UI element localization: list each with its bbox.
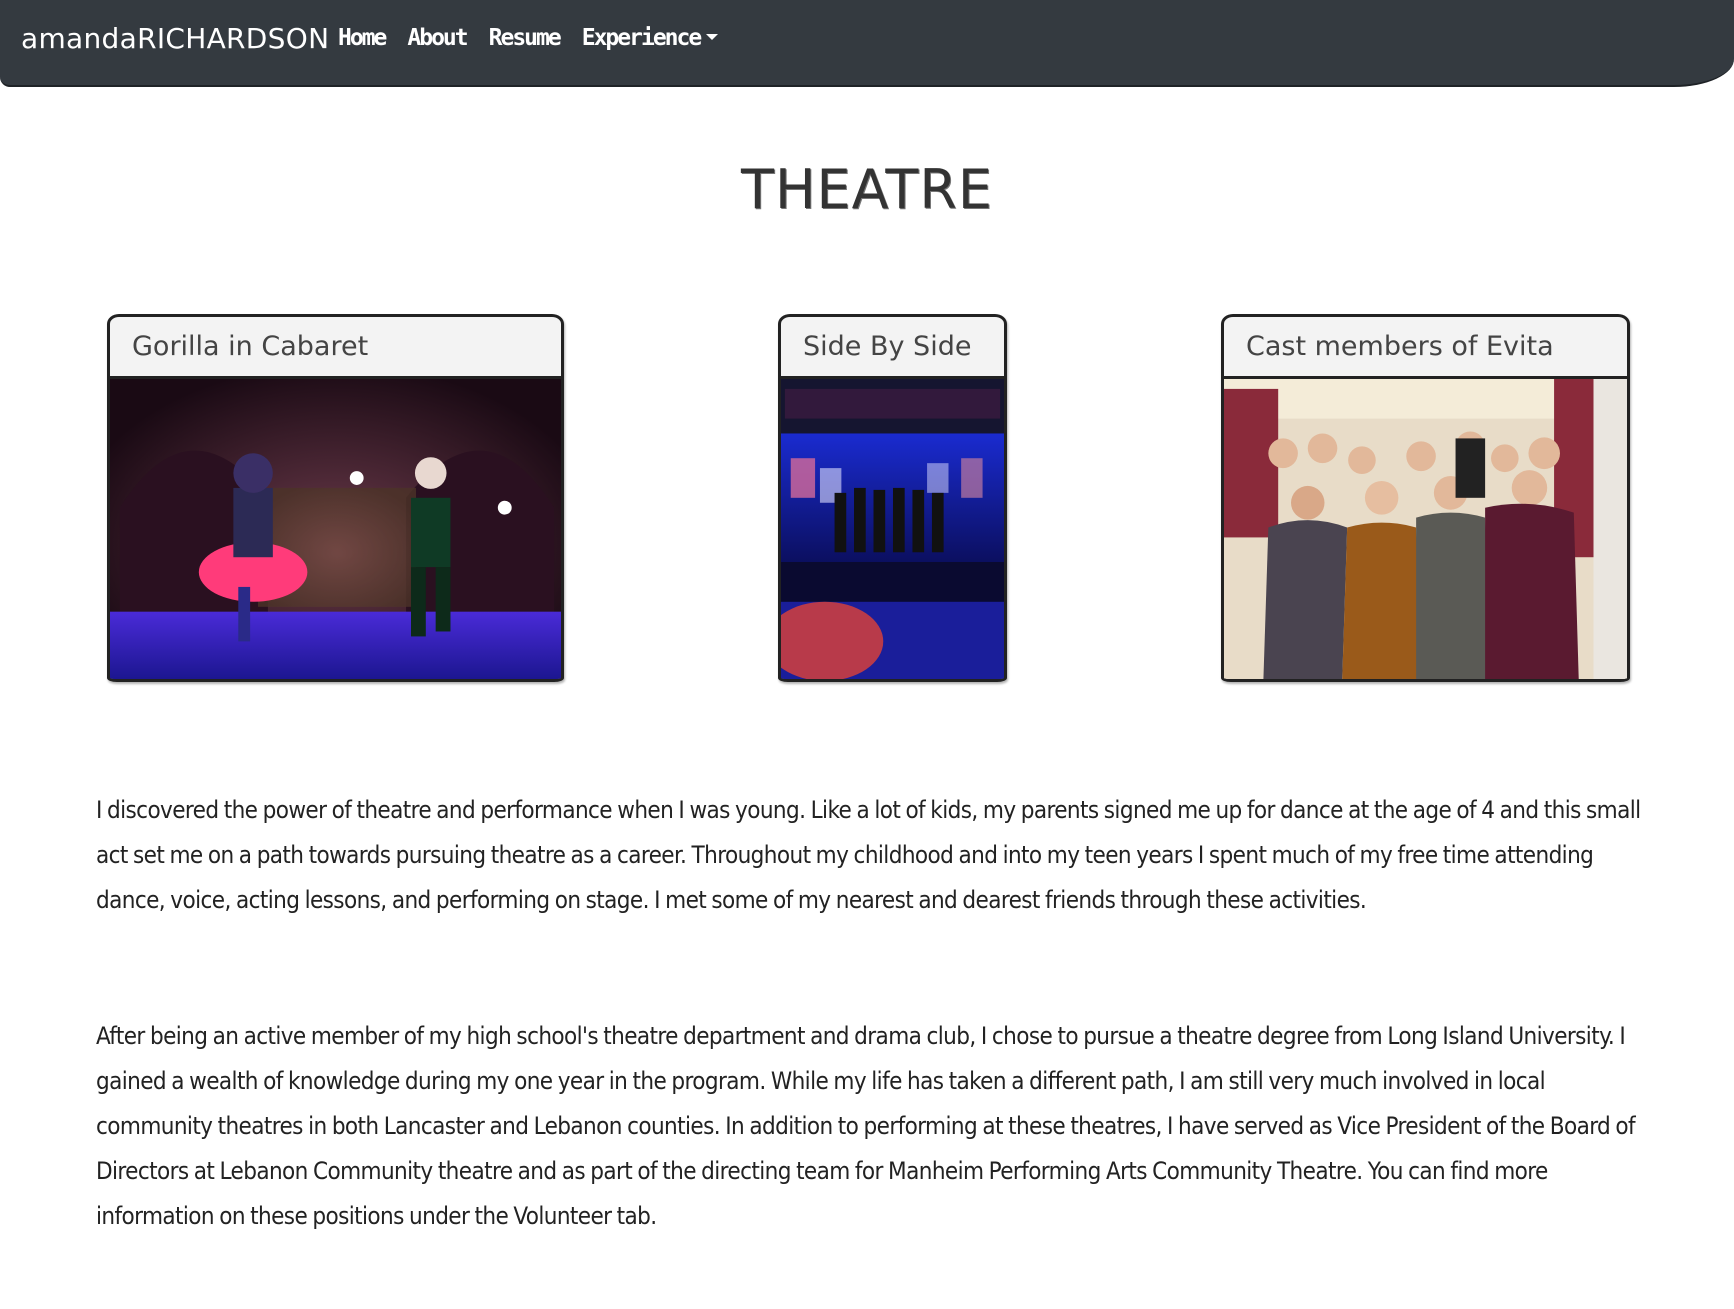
experience-paragraph: After being an active member of my high … xyxy=(96,1022,1636,1230)
card-title: Gorilla in Cabaret xyxy=(110,317,561,379)
photo-evita-cast xyxy=(1224,379,1627,679)
nav-home-link[interactable]: Home xyxy=(338,25,387,51)
stage-photo-image xyxy=(110,379,561,679)
page-title: THEATRE xyxy=(740,158,994,221)
top-navbar: amandaRICHARDSON Home About Resume Exper… xyxy=(0,0,1734,87)
photo-card-evita-cast: Cast members of Evita xyxy=(1221,314,1630,682)
nav-experience-dropdown[interactable]: Experience xyxy=(581,25,719,51)
photo-gorilla-cabaret xyxy=(110,379,561,679)
photo-side-by-side xyxy=(781,379,1004,679)
intro-paragraph: I discovered the power of theatre and pe… xyxy=(96,796,1641,914)
chevron-down-icon xyxy=(706,33,719,40)
nav-links: Home About Resume Experience xyxy=(338,25,719,51)
brand-logo[interactable]: amandaRICHARDSON xyxy=(21,22,329,55)
nav-experience-label: Experience xyxy=(581,25,702,51)
stage-photo-image xyxy=(781,379,1004,679)
nav-resume-link[interactable]: Resume xyxy=(489,25,562,51)
photo-card-side-by-side: Side By Side xyxy=(778,314,1007,682)
nav-about-link[interactable]: About xyxy=(407,25,468,51)
card-title: Cast members of Evita xyxy=(1224,317,1627,379)
card-title: Side By Side xyxy=(781,317,1004,379)
photo-card-gorilla-cabaret: Gorilla in Cabaret xyxy=(107,314,564,682)
group-photo-image xyxy=(1224,379,1627,679)
